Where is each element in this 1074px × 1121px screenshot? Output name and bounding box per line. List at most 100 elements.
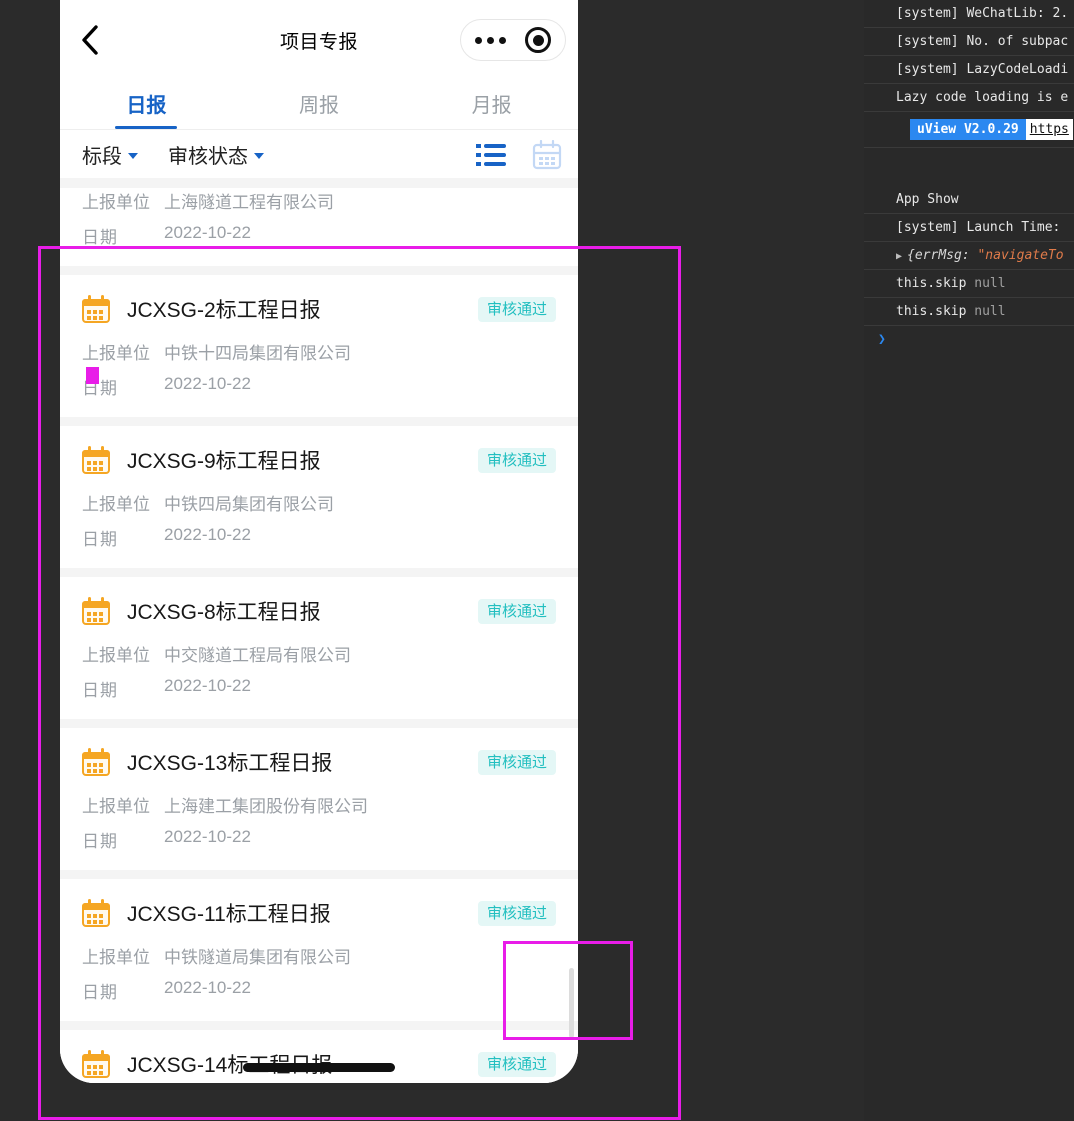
unit-label: 上报单位 [82,948,150,967]
tab-weekly-label: 周报 [299,95,339,117]
filter-section-label: 标段 [82,145,122,168]
report-list[interactable]: 上报单位 上海隧道工程有限公司 日期 2022-10-22 JCXSG-2标工程… [60,178,578,1083]
target-circle-icon[interactable] [525,27,552,53]
list-item[interactable]: JCXSG-11标工程日报 审核通过 上报单位 中铁隧道局集团有限公司 日期 2… [60,879,578,1021]
calendar-icon [82,1050,110,1078]
status-badge[interactable]: 审核通过 [477,447,556,473]
unit-value: 上海隧道工程有限公司 [164,193,334,212]
tab-daily-label: 日报 [126,95,167,117]
date-label: 日期 [82,228,118,247]
status-badge[interactable]: 审核通过 [477,1051,556,1077]
calendar-icon [82,899,110,927]
report-title: JCXSG-11标工程日报 [127,903,331,926]
report-header: JCXSG-9标工程日报 审核通过 [82,440,556,480]
date-label: 日期 [82,832,118,851]
calendar-view-icon[interactable] [532,139,562,175]
report-unit-row: 上报单位 中铁十四局集团有限公司 [82,339,556,364]
calendar-icon [82,295,110,323]
console-log-line: [system] Launch Time: [864,214,1074,242]
wechat-capsule[interactable] [460,19,566,61]
date-label: 日期 [82,530,118,549]
filter-section[interactable]: 标段 [82,140,138,169]
console-error-line[interactable]: ▶ {errMsg: "navigateTo [864,242,1074,270]
console-log-line: App Show [864,186,1074,214]
skip-value: null [974,276,1006,291]
status-badge[interactable]: 审核通过 [477,598,556,624]
error-object-prefix: {errMsg: [907,248,978,263]
list-view-icon[interactable] [476,141,506,174]
skip-value: null [974,304,1006,319]
chevron-down-icon [254,152,264,159]
skip-label: this.skip [896,276,967,291]
view-toggle-group [476,139,562,175]
report-title: JCXSG-9标工程日报 [127,450,321,473]
unit-label: 上报单位 [82,344,150,363]
list-item[interactable]: 上报单位 上海隧道工程有限公司 日期 2022-10-22 [60,188,578,266]
status-badge[interactable]: 审核通过 [477,749,556,775]
date-value: 2022-10-22 [164,525,251,544]
tab-weekly[interactable]: 周报 [233,78,406,129]
list-item[interactable]: JCXSG-2标工程日报 审核通过 上报单位 中铁十四局集团有限公司 日期 20… [60,275,578,417]
list-item[interactable]: JCXSG-13标工程日报 审核通过 上报单位 上海建工集团股份有限公司 日期 … [60,728,578,870]
unit-label: 上报单位 [82,495,150,514]
filter-review-status[interactable]: 审核状态 [168,140,264,169]
expand-triangle-icon[interactable]: ▶ [896,251,902,262]
report-title: JCXSG-2标工程日报 [127,299,321,322]
unit-value: 中铁四局集团有限公司 [164,495,334,514]
status-badge[interactable]: 审核通过 [477,900,556,926]
devtools-console[interactable]: [system] WeChatLib: 2. [system] No. of s… [864,0,1074,1121]
list-item[interactable]: JCXSG-9标工程日报 审核通过 上报单位 中铁四局集团有限公司 日期 202… [60,426,578,568]
date-value: 2022-10-22 [164,676,251,695]
uview-version-badge: uView V2.0.29 [910,119,1026,140]
calendar-icon [82,597,110,625]
console-prompt[interactable]: ❯ [864,326,1074,353]
date-value: 2022-10-22 [164,827,251,846]
console-log-line: this.skip null [864,270,1074,298]
list-scrollbar[interactable] [569,968,574,1038]
unit-label: 上报单位 [82,797,150,816]
report-unit-row: 上报单位 中铁四局集团有限公司 [82,490,556,515]
console-log-line: [system] LazyCodeLoadi [864,56,1074,84]
report-header: JCXSG-13标工程日报 审核通过 [82,742,556,782]
navbar: 项目专报 [60,0,578,78]
console-log-line: this.skip null [864,298,1074,326]
report-unit-row: 上报单位 上海隧道工程有限公司 [82,188,556,213]
report-title: JCXSG-13标工程日报 [127,752,333,775]
report-unit-row: 上报单位 中交隧道工程局有限公司 [82,641,556,666]
tab-monthly[interactable]: 月报 [405,78,578,129]
date-value: 2022-10-22 [164,223,251,242]
console-spacer [864,148,1074,186]
unit-label: 上报单位 [82,193,150,212]
unit-value: 中交隧道工程局有限公司 [164,646,351,665]
calendar-icon [82,446,110,474]
tab-daily[interactable]: 日报 [60,78,233,129]
unit-value: 中铁隧道局集团有限公司 [164,948,351,967]
annotation-marker [86,367,99,384]
console-log-line: [system] WeChatLib: 2. [864,0,1074,28]
report-title: JCXSG-8标工程日报 [127,601,321,624]
chevron-down-icon [128,152,138,159]
more-dots-icon[interactable] [474,36,506,44]
report-type-tabs: 日报 周报 月报 [60,78,578,130]
report-unit-row: 上报单位 上海建工集团股份有限公司 [82,792,556,817]
screen-root: 项目专报 日报 周报 月报 标段 审核状态 上报单位 上海隧道工程有限公司 日期… [0,0,1074,1121]
report-date-row: 日期 2022-10-22 [82,525,556,550]
report-header: JCXSG-8标工程日报 审核通过 [82,591,556,631]
report-date-row: 日期 2022-10-22 [82,827,556,852]
status-badge[interactable]: 审核通过 [477,296,556,322]
unit-label: 上报单位 [82,646,150,665]
report-header: JCXSG-2标工程日报 审核通过 [82,289,556,329]
home-indicator [243,1063,395,1072]
date-label: 日期 [82,681,118,700]
date-value: 2022-10-22 [164,374,251,393]
list-item[interactable]: JCXSG-14标工程日报 审核通过 上报单位 [60,1030,578,1083]
calendar-icon [82,748,110,776]
report-date-row: 日期 2022-10-22 [82,676,556,701]
uview-doc-link[interactable]: https [1025,119,1073,140]
list-item[interactable]: JCXSG-8标工程日报 审核通过 上报单位 中交隧道工程局有限公司 日期 20… [60,577,578,719]
unit-value: 中铁十四局集团有限公司 [164,344,351,363]
filter-review-status-label: 审核状态 [168,145,248,168]
uview-version-row: uView V2.0.29 https [864,112,1074,148]
filter-bar: 标段 审核状态 [60,130,578,178]
date-value: 2022-10-22 [164,978,251,997]
